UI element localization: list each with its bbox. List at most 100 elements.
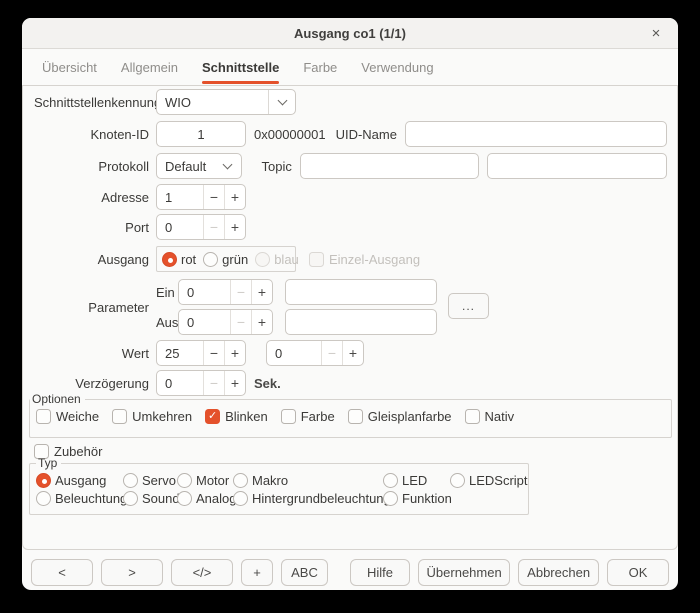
knoten-id-input[interactable] [156, 121, 246, 147]
port-label: Port [34, 220, 149, 235]
optionen-group: Optionen Weiche Umkehren ✓ Blinken Farbe [29, 392, 672, 438]
close-icon[interactable]: × [645, 18, 667, 49]
increment-button[interactable]: + [251, 310, 272, 334]
wert-value-2[interactable]: 0 [267, 341, 321, 365]
row-ausgang: Ausgang rot grün blau Einzel-Ausgang [34, 246, 667, 272]
ausgang-radio-group: rot grün blau [156, 246, 296, 272]
row-port: Port 0 − + [34, 214, 667, 240]
increment-button[interactable]: + [224, 341, 245, 365]
aus-label: Aus [156, 315, 174, 330]
increment-button[interactable]: + [342, 341, 363, 365]
uid-name-input[interactable] [405, 121, 667, 147]
prev-button[interactable]: < [31, 559, 93, 586]
decrement-button: − [203, 215, 224, 239]
tab-uebersicht[interactable]: Übersicht [42, 49, 97, 85]
increment-button[interactable]: + [251, 280, 272, 304]
radio-analog[interactable]: Analog [177, 489, 233, 507]
adresse-value[interactable]: 1 [157, 185, 203, 209]
aus-text-input[interactable] [285, 309, 437, 335]
radio-funktion[interactable]: Funktion [383, 489, 450, 507]
window-title: Ausgang co1 (1/1) [294, 26, 406, 41]
increment-button[interactable]: + [224, 215, 245, 239]
topic-input-2[interactable] [487, 153, 667, 179]
radio-icon [233, 491, 248, 506]
radio-icon [123, 473, 138, 488]
increment-button[interactable]: + [224, 185, 245, 209]
parameter-label: Parameter [34, 279, 149, 335]
button-bar: < > </> + ABC Hilfe Übernehmen Abbrechen… [22, 558, 678, 586]
uebernehmen-button[interactable]: Übernehmen [418, 559, 510, 586]
tab-schnittstelle[interactable]: Schnittstelle [202, 49, 279, 85]
wert-spinner-1: 25 − + [156, 340, 246, 366]
hilfe-button[interactable]: Hilfe [350, 559, 410, 586]
row-knoten-id: Knoten-ID 0x00000001 UID-Name [34, 121, 667, 147]
radio-motor[interactable]: Motor [177, 471, 233, 489]
radio-beleuchtung[interactable]: Beleuchtung [36, 489, 123, 507]
tab-verwendung[interactable]: Verwendung [361, 49, 433, 85]
row-schnittstellenkennung: Schnittstellenkennung WIO [34, 89, 667, 115]
ein-label: Ein [156, 285, 174, 300]
ein-text-input[interactable] [285, 279, 437, 305]
parameter-more-button[interactable]: ... [448, 293, 489, 319]
abc-button[interactable]: ABC [281, 559, 328, 586]
checkbox-einzel-ausgang: Einzel-Ausgang [309, 252, 420, 267]
aus-value[interactable]: 0 [179, 310, 230, 334]
decrement-button: − [321, 341, 342, 365]
tab-farbe[interactable]: Farbe [303, 49, 337, 85]
next-button[interactable]: > [101, 559, 163, 586]
radio-icon [123, 491, 138, 506]
checkbox-blinken[interactable]: ✓ Blinken [205, 409, 268, 424]
row-adresse: Adresse 1 − + [34, 184, 667, 210]
port-value[interactable]: 0 [157, 215, 203, 239]
sek-unit-label: Sek. [254, 376, 281, 391]
radio-icon [383, 473, 398, 488]
wert-spinner-2: 0 − + [266, 340, 364, 366]
checkbox-icon [465, 409, 480, 424]
checkbox-gleisplanfarbe[interactable]: Gleisplanfarbe [348, 409, 452, 424]
abbrechen-button[interactable]: Abbrechen [518, 559, 599, 586]
radio-icon [177, 473, 192, 488]
radio-led[interactable]: LED [383, 471, 450, 489]
schnittstellenkennung-label: Schnittstellenkennung [34, 95, 149, 110]
row-parameter-aus: Aus 0 − + [156, 309, 667, 335]
checkbox-farbe[interactable]: Farbe [281, 409, 335, 424]
topic-input-1[interactable] [300, 153, 480, 179]
protokoll-value: Default [157, 159, 215, 174]
radio-sound[interactable]: Sound [123, 489, 177, 507]
radio-makro[interactable]: Makro [233, 471, 383, 489]
typ-legend: Typ [36, 456, 61, 470]
schnittstellenkennung-select[interactable]: WIO [156, 89, 296, 115]
knoten-id-label: Knoten-ID [34, 127, 149, 142]
tab-allgemein[interactable]: Allgemein [121, 49, 178, 85]
code-button[interactable]: </> [171, 559, 233, 586]
radio-icon [177, 491, 192, 506]
aus-spinner: 0 − + [178, 309, 273, 335]
checkbox-umkehren[interactable]: Umkehren [112, 409, 192, 424]
ok-button[interactable]: OK [607, 559, 669, 586]
protokoll-select[interactable]: Default [156, 153, 242, 179]
radio-rot[interactable]: rot [162, 252, 196, 267]
radio-ausgang[interactable]: Ausgang [36, 471, 123, 489]
radio-hintergrundbeleuchtung[interactable]: Hintergrundbeleuchtung [233, 489, 383, 507]
checkbox-weiche[interactable]: Weiche [36, 409, 99, 424]
typ-radio-row-2: Beleuchtung Sound Analog Hintergrundbele… [36, 489, 528, 507]
radio-icon [36, 491, 51, 506]
chevron-down-icon [269, 100, 295, 104]
radio-selected-icon [162, 252, 177, 267]
decrement-button[interactable]: − [203, 185, 224, 209]
radio-icon [203, 252, 218, 267]
typ-radio-row-1: Ausgang Servo Motor Makro LED [36, 471, 528, 489]
decrement-button[interactable]: − [203, 341, 224, 365]
checkbox-icon [281, 409, 296, 424]
ein-value[interactable]: 0 [179, 280, 230, 304]
radio-ledscript[interactable]: LEDScript [450, 471, 528, 489]
radio-gruen[interactable]: grün [203, 252, 248, 267]
add-button[interactable]: + [241, 559, 273, 586]
radio-servo[interactable]: Servo [123, 471, 177, 489]
verzoegerung-label: Verzögerung [34, 376, 149, 391]
optionen-checkbox-row: Weiche Umkehren ✓ Blinken Farbe Gleispla… [30, 406, 671, 424]
checkbox-nativ[interactable]: Nativ [465, 409, 515, 424]
checkbox-icon [309, 252, 324, 267]
row-protokoll: Protokoll Default Topic [34, 153, 667, 179]
wert-value-1[interactable]: 25 [157, 341, 203, 365]
